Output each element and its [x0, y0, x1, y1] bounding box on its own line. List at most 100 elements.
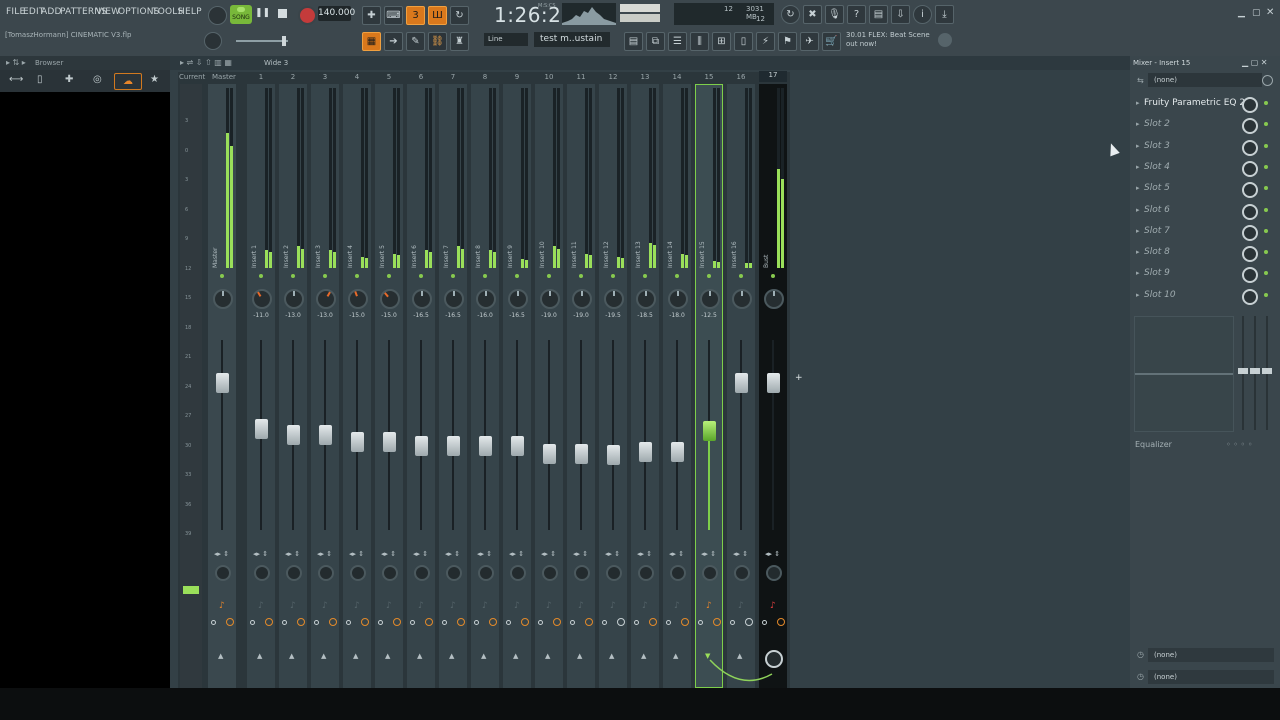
channel-rack-icon[interactable]: ⧉ — [646, 32, 665, 51]
stereo-separation-knob[interactable] — [606, 565, 622, 581]
pattern-select[interactable]: test m..ustain — [534, 32, 610, 47]
slot-enable-led[interactable] — [1264, 186, 1268, 191]
volume-fader[interactable] — [447, 436, 460, 456]
stereo-separation-knob[interactable] — [318, 565, 334, 581]
effect-slot[interactable]: ▸ Fruity Parametric EQ 2 — [1134, 95, 1268, 114]
channels-icon[interactable]: ⊞ — [712, 32, 731, 51]
volume-fader[interactable] — [255, 419, 268, 439]
output-select-2[interactable]: (none) — [1148, 670, 1274, 684]
route-link-dot[interactable] — [649, 618, 657, 626]
volume-fader[interactable] — [703, 421, 716, 441]
strip-enable-led[interactable] — [515, 274, 519, 278]
pan-knob[interactable] — [213, 289, 233, 309]
effect-slot[interactable]: ▸ Slot 6 — [1134, 202, 1268, 221]
pan-knob[interactable] — [636, 289, 656, 309]
route-link-dot[interactable] — [393, 618, 401, 626]
route-point[interactable] — [570, 620, 575, 625]
collapse-icon[interactable]: ⟷ — [9, 74, 23, 85]
swap-arrows-icon[interactable]: ◂▸ ⇕ — [605, 550, 620, 558]
stereo-separation-knob[interactable] — [382, 565, 398, 581]
input-select[interactable]: (none) — [1148, 73, 1262, 87]
panel-window-icons[interactable]: ▁ ▢ ✕ — [1242, 58, 1268, 67]
send-arrow-icon[interactable]: ▲ — [321, 652, 326, 660]
menu-item-view[interactable]: VIEW — [96, 7, 120, 17]
route-link-dot[interactable] — [457, 618, 465, 626]
mixer-menu-icon[interactable]: ▸ ⇌ ⇩ ⇧ ▥ ▦ — [180, 58, 232, 67]
route-link-dot[interactable] — [521, 618, 529, 626]
send-arrow-icon[interactable]: ▲ — [609, 652, 614, 660]
effect-slot[interactable]: ▸ Slot 7 — [1134, 223, 1268, 242]
hint-news[interactable]: 30.01 FLEX: Beat Scene out now! — [846, 31, 930, 49]
snap-select[interactable]: Line — [484, 33, 528, 46]
route-point[interactable] — [346, 620, 351, 625]
send-arrow-icon[interactable]: ▲ — [673, 652, 678, 660]
route-point[interactable] — [211, 620, 216, 625]
song-mode-button[interactable]: SONG — [230, 5, 252, 24]
mixer-layout-preset[interactable]: Wide 3 — [264, 59, 288, 67]
eq-band-sliders[interactable] — [1238, 316, 1272, 430]
info-icon[interactable]: i — [913, 5, 932, 24]
swap-arrows-icon[interactable]: ◂▸ ⇕ — [349, 550, 364, 558]
route-link-dot[interactable] — [553, 618, 561, 626]
route-link-dot[interactable] — [745, 618, 753, 626]
effect-slot[interactable]: ▸ Slot 2 — [1134, 116, 1268, 135]
download-icon[interactable]: ⤓ — [935, 5, 954, 24]
menu-item-help[interactable]: HELP — [178, 7, 202, 17]
save-icon[interactable]: ▤ — [869, 5, 888, 24]
pan-knob[interactable] — [572, 289, 592, 309]
route-point[interactable] — [762, 620, 767, 625]
stereo-separation-knob[interactable] — [254, 565, 270, 581]
route-point[interactable] — [698, 620, 703, 625]
record-arm-icon[interactable]: ♪ — [514, 601, 520, 611]
pan-knob[interactable] — [348, 289, 368, 309]
route-point[interactable] — [442, 620, 447, 625]
slot-enable-led[interactable] — [1264, 143, 1268, 148]
route-point[interactable] — [474, 620, 479, 625]
route-link-dot[interactable] — [265, 618, 273, 626]
volume-fader[interactable] — [511, 436, 524, 456]
metronome-knob-icon[interactable] — [208, 6, 227, 25]
stereo-separation-knob[interactable] — [414, 565, 430, 581]
slot-mix-knob[interactable] — [1242, 139, 1258, 156]
strip-enable-led[interactable] — [547, 274, 551, 278]
browse-icon[interactable]: ✚ — [65, 74, 73, 85]
route-link-dot[interactable] — [425, 618, 433, 626]
slot-expand-icon[interactable]: ▸ — [1136, 291, 1140, 299]
snap-icon[interactable]: ✚ — [362, 6, 381, 25]
pan-knob[interactable] — [668, 289, 688, 309]
strip-enable-led[interactable] — [579, 274, 583, 278]
strip-enable-led[interactable] — [643, 274, 647, 278]
swap-arrows-icon[interactable]: ◂▸ ⇕ — [445, 550, 460, 558]
strip-enable-led[interactable] — [483, 274, 487, 278]
stamp-icon[interactable]: ♜ — [450, 32, 469, 51]
send-arrow-icon[interactable]: ▲ — [385, 652, 390, 660]
volume-fader[interactable] — [671, 442, 684, 462]
brush-icon[interactable]: ✎ — [406, 32, 425, 51]
slot-expand-icon[interactable]: ▸ — [1136, 206, 1140, 214]
stereo-separation-knob[interactable] — [638, 565, 654, 581]
slot-mix-knob[interactable] — [1242, 224, 1258, 241]
slot-expand-icon[interactable]: ▸ — [1136, 184, 1140, 192]
pan-knob[interactable] — [476, 289, 496, 309]
pan-knob[interactable] — [412, 289, 432, 309]
file-icon[interactable]: ▯ — [37, 74, 43, 85]
stereo-separation-knob[interactable] — [510, 565, 526, 581]
shop-icon[interactable]: 🛒 — [822, 32, 841, 51]
slot-enable-led[interactable] — [1264, 101, 1268, 105]
slot-mix-knob[interactable] — [1242, 288, 1258, 305]
eq-knobs-icon[interactable]: ◦ ◦ ◦ ◦ — [1226, 440, 1253, 449]
record-arm-icon[interactable]: ♪ — [450, 601, 456, 611]
strip-enable-led[interactable] — [707, 274, 711, 278]
pan-knob[interactable] — [604, 289, 624, 309]
settings-icon[interactable] — [1262, 75, 1273, 86]
send-arrow-icon[interactable]: ▲ — [577, 652, 582, 660]
route-point[interactable] — [410, 620, 415, 625]
strip-enable-led[interactable] — [220, 274, 224, 278]
send-arrow-icon[interactable]: ▲ — [417, 652, 422, 660]
record-arm-icon[interactable]: ♪ — [290, 601, 296, 611]
volume-fader[interactable] — [767, 373, 780, 393]
record-arm-icon[interactable]: ♪ — [578, 601, 584, 611]
route-link-dot[interactable] — [713, 618, 721, 626]
strip-enable-led[interactable] — [323, 274, 327, 278]
route-point[interactable] — [378, 620, 383, 625]
